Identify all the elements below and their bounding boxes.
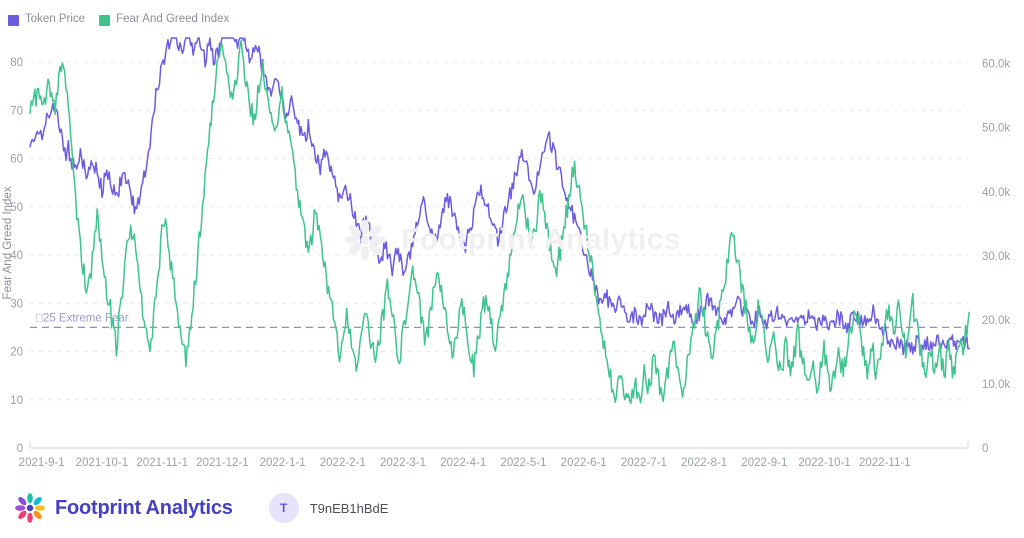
x-axis-tick-label: 2022-10-1 <box>798 457 850 469</box>
grid-lines <box>30 62 968 400</box>
brand-block[interactable]: Footprint Analytics <box>14 492 233 524</box>
x-axis-tick-label: 2022-6-1 <box>561 457 607 469</box>
x-axis-tick-label: 2022-8-1 <box>681 457 727 469</box>
y-axis-right-tick-label: 10.0k <box>982 379 1010 391</box>
y-axis-right-tick-label: 40.0k <box>982 187 1010 199</box>
x-axis-tick-label: 2022-2-1 <box>320 457 366 469</box>
y-axis-left-title: Fear And Greed Index <box>2 186 14 299</box>
brand-name: Footprint Analytics <box>55 497 233 520</box>
x-axis-tick-label: 2022-9-1 <box>741 457 787 469</box>
x-axis-tick-label: 2022-5-1 <box>500 457 546 469</box>
y-axis-left-tick-label: 80 <box>10 57 23 69</box>
y-axis-right-tick-label: 20.0k <box>982 315 1010 327</box>
y-axis-left-tick-label: 0 <box>17 443 23 455</box>
y-axis-right-tick-label: 50.0k <box>982 123 1010 135</box>
footer-bar: Footprint Analytics T T9nEB1hBdE <box>0 478 1024 538</box>
dual-axis-line-chart[interactable]: 01020304050607080010.0k20.0k30.0k40.0k50… <box>0 30 1024 478</box>
chart-plot-area[interactable]: 01020304050607080010.0k20.0k30.0k40.0k50… <box>0 30 1024 478</box>
series-line-token-price[interactable] <box>30 38 969 354</box>
x-axis-tick-label: 2021-9-1 <box>19 457 65 469</box>
legend-item-label: Fear And Greed Index <box>116 14 229 26</box>
footprint-logo-icon <box>14 492 46 524</box>
y-axis-right-tick-label: 0 <box>982 443 988 455</box>
y-axis-right-tick-label: 30.0k <box>982 251 1010 263</box>
x-axis-tick-label: 2022-11-1 <box>859 457 911 469</box>
x-axis-tick-label: 2021-11-1 <box>136 457 188 469</box>
legend-item-0[interactable]: Token Price <box>8 14 85 26</box>
username-label: T9nEB1hBdE <box>310 501 389 516</box>
user-block[interactable]: T T9nEB1hBdE <box>269 493 389 523</box>
y-axis-left-tick-label: 10 <box>10 395 23 407</box>
y-axis-right-ticks: 0 10.0k 20.0k 30.0k 40.0k 50.0k 60.0k <box>982 59 1010 455</box>
threshold-label: □25 Extreme Fear <box>36 312 129 324</box>
x-axis-tick-label: 2021-12-1 <box>196 457 248 469</box>
x-axis-tick-label: 2022-4-1 <box>440 457 486 469</box>
legend-item-label: Token Price <box>25 14 85 26</box>
x-axis-tick-label: 2021-10-1 <box>76 457 128 469</box>
avatar[interactable]: T <box>269 493 299 523</box>
square-swatch-icon <box>99 15 110 26</box>
y-axis-left-tick-label: 20 <box>10 347 23 359</box>
y-axis-left-tick-label: 70 <box>10 105 23 117</box>
x-axis-tick-label: 2022-3-1 <box>380 457 426 469</box>
legend-item-1[interactable]: Fear And Greed Index <box>99 14 229 26</box>
y-axis-right-tick-label: 60.0k <box>982 59 1010 71</box>
square-swatch-icon <box>8 15 19 26</box>
y-axis-left-tick-label: 60 <box>10 154 23 166</box>
axis-frame <box>30 442 968 448</box>
x-axis-tick-label: 2022-7-1 <box>621 457 667 469</box>
x-axis-tick-label: 2022-1-1 <box>260 457 306 469</box>
series-line-fear-and-greed-index[interactable] <box>30 41 969 404</box>
chart-legend: Token Price Fear And Greed Index <box>8 12 229 28</box>
x-axis-ticks: 2021-9-1 2021-10-1 2021-11-1 2021-12-1 2022-… <box>19 457 911 469</box>
